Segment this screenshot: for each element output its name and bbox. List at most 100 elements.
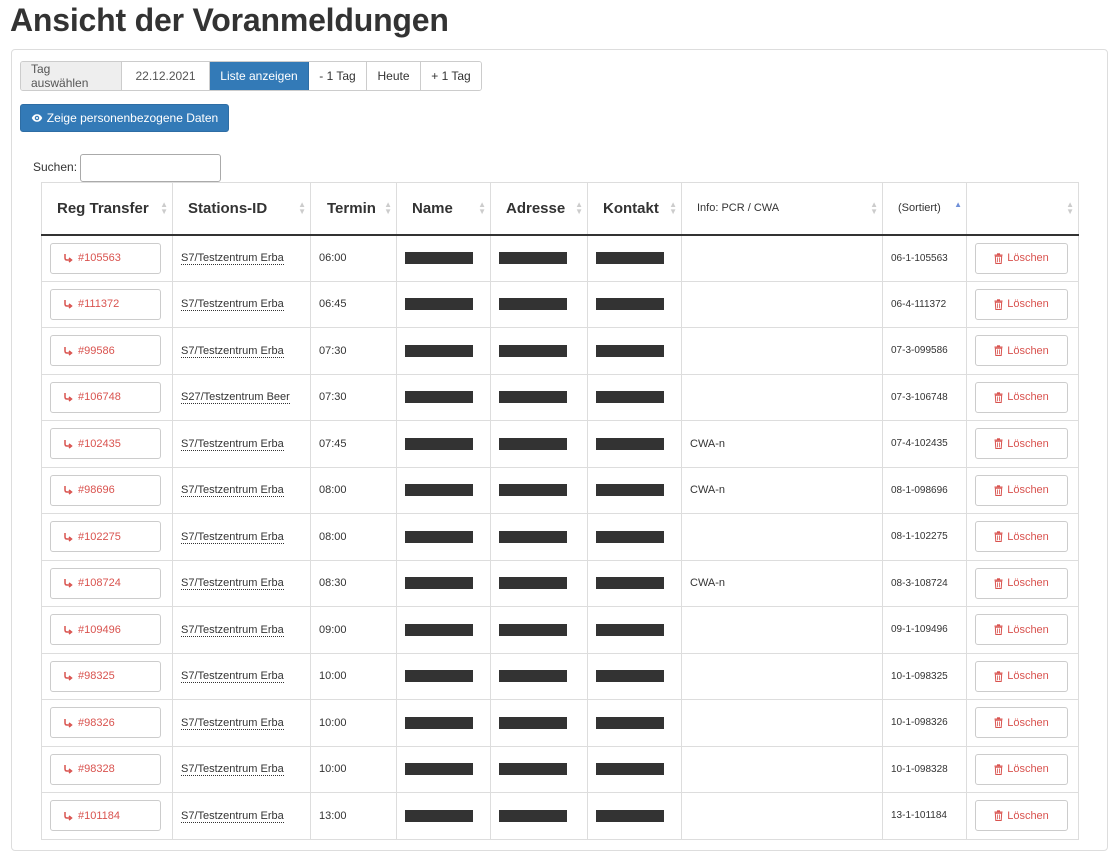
delete-label: Löschen — [1007, 670, 1049, 683]
delete-button[interactable]: Löschen — [975, 567, 1068, 599]
reg-transfer-button[interactable]: #99586 — [50, 335, 161, 367]
header-label: Termin — [327, 199, 376, 217]
reg-transfer-button[interactable]: #108724 — [50, 567, 161, 599]
cell-termin: 08:00 — [310, 466, 397, 514]
redacted-name — [405, 252, 473, 264]
cell-reg-transfer: #102435 — [41, 420, 173, 468]
reg-transfer-button[interactable]: #102435 — [50, 428, 161, 460]
delete-button[interactable]: Löschen — [975, 521, 1068, 553]
delete-button[interactable]: Löschen — [975, 800, 1068, 832]
reg-transfer-button[interactable]: #98696 — [50, 474, 161, 506]
column-header-kontakt[interactable]: Kontakt ▲ ▼ — [587, 182, 682, 236]
cell-info — [681, 280, 883, 328]
cell-station: S7/Testzentrum Erba — [172, 559, 311, 607]
redacted-address — [499, 670, 567, 683]
cell-adresse — [490, 373, 588, 421]
cell-termin: 07:45 — [310, 420, 397, 468]
cell-adresse — [490, 420, 588, 468]
header-label: Name — [412, 199, 453, 217]
reg-transfer-button[interactable]: #106748 — [50, 381, 161, 413]
show-list-button[interactable]: Liste anzeigen — [210, 62, 309, 90]
column-header-info[interactable]: Info: PCR / CWA ▲ ▼ — [681, 182, 883, 236]
share-arrow-icon — [64, 393, 73, 402]
reg-transfer-button[interactable]: #98325 — [50, 660, 161, 692]
delete-button[interactable]: Löschen — [975, 288, 1068, 320]
share-arrow-icon — [64, 579, 73, 588]
trash-icon — [994, 624, 1003, 636]
trash-icon — [994, 485, 1003, 496]
cell-reg-transfer: #106748 — [41, 373, 173, 421]
share-arrow-icon — [64, 672, 73, 681]
next-day-button[interactable]: + 1 Tag — [421, 62, 481, 90]
redacted-name — [405, 809, 473, 822]
station-id: S7/Testzentrum Erba — [181, 298, 284, 312]
cell-adresse — [490, 466, 588, 514]
redacted-address — [499, 716, 567, 729]
delete-button[interactable]: Löschen — [975, 614, 1068, 646]
cell-name — [396, 745, 491, 793]
cell-info: CWA-n — [681, 420, 883, 468]
cell-info — [681, 745, 883, 793]
cell-sort-key: 10-1-098326 — [882, 699, 967, 747]
cell-actions: Löschen — [966, 699, 1079, 747]
reg-transfer-button[interactable]: #102275 — [50, 521, 161, 553]
reg-transfer-label: #98328 — [78, 763, 115, 776]
column-header-reg-transfer[interactable]: Reg Transfer ▲ ▼ — [41, 182, 173, 236]
reg-transfer-button[interactable]: #105563 — [50, 242, 161, 274]
station-id: S7/Testzentrum Erba — [181, 763, 284, 777]
cell-info — [681, 234, 883, 282]
cell-station: S7/Testzentrum Erba — [172, 280, 311, 328]
redacted-contact — [596, 716, 664, 729]
redacted-address — [499, 623, 567, 636]
cell-kontakt — [587, 606, 682, 654]
delete-label: Löschen — [1007, 716, 1049, 729]
delete-button[interactable]: Löschen — [975, 242, 1068, 274]
cell-sort-key: 08-1-102275 — [882, 513, 967, 561]
column-header-name[interactable]: Name ▲ ▼ — [396, 182, 491, 236]
search-input[interactable] — [80, 154, 221, 182]
delete-button[interactable]: Löschen — [975, 428, 1068, 460]
cell-adresse — [490, 652, 588, 700]
date-input[interactable]: 22.12.2021 — [122, 62, 210, 90]
delete-button[interactable]: Löschen — [975, 474, 1068, 506]
reg-transfer-button[interactable]: #111372 — [50, 288, 161, 320]
reg-transfer-button[interactable]: #109496 — [50, 614, 161, 646]
column-header-adresse[interactable]: Adresse ▲ ▼ — [490, 182, 588, 236]
delete-button[interactable]: Löschen — [975, 335, 1068, 367]
trash-icon — [994, 252, 1003, 264]
reg-transfer-label: #102435 — [78, 437, 121, 450]
registrations-table: Reg Transfer ▲ ▼ Stations-ID ▲ ▼ Termin ▲ ▼ Na… — [41, 182, 1079, 840]
redacted-address — [499, 577, 567, 590]
cell-adresse — [490, 606, 588, 654]
search-label: Suchen: — [33, 160, 78, 174]
column-header-actions[interactable]: ▲ ▼ — [966, 182, 1079, 236]
cell-name — [396, 234, 491, 282]
column-header-sorted[interactable]: (Sortiert) ▲▼ — [882, 182, 967, 236]
previous-day-button[interactable]: - 1 Tag — [309, 62, 367, 90]
cell-name — [396, 420, 491, 468]
redacted-contact — [596, 530, 664, 543]
redacted-contact — [596, 623, 664, 636]
redacted-contact — [596, 344, 664, 357]
delete-button[interactable]: Löschen — [975, 707, 1068, 739]
column-header-termin[interactable]: Termin ▲ ▼ — [310, 182, 397, 236]
cell-station: S7/Testzentrum Erba — [172, 792, 311, 840]
delete-button[interactable]: Löschen — [975, 660, 1068, 692]
redacted-address — [499, 252, 567, 264]
reg-transfer-button[interactable]: #98328 — [50, 753, 161, 785]
show-personal-data-button[interactable]: Zeige personenbezogene Daten — [20, 104, 229, 132]
delete-button[interactable]: Löschen — [975, 381, 1068, 413]
table-row: #98326 S7/Testzentrum Erba 10:00 10-1-09… — [41, 699, 1079, 747]
redacted-address — [499, 484, 567, 497]
cell-termin: 09:00 — [310, 606, 397, 654]
redacted-address — [499, 530, 567, 543]
delete-label: Löschen — [1007, 437, 1049, 450]
delete-button[interactable]: Löschen — [975, 753, 1068, 785]
trash-icon — [994, 764, 1003, 775]
reg-transfer-button[interactable]: #101184 — [50, 800, 161, 832]
today-button[interactable]: Heute — [367, 62, 421, 90]
table-row: #102275 S7/Testzentrum Erba 08:00 08-1-1… — [41, 513, 1079, 561]
redacted-name — [405, 763, 473, 776]
column-header-station-id[interactable]: Stations-ID ▲ ▼ — [172, 182, 311, 236]
reg-transfer-button[interactable]: #98326 — [50, 707, 161, 739]
